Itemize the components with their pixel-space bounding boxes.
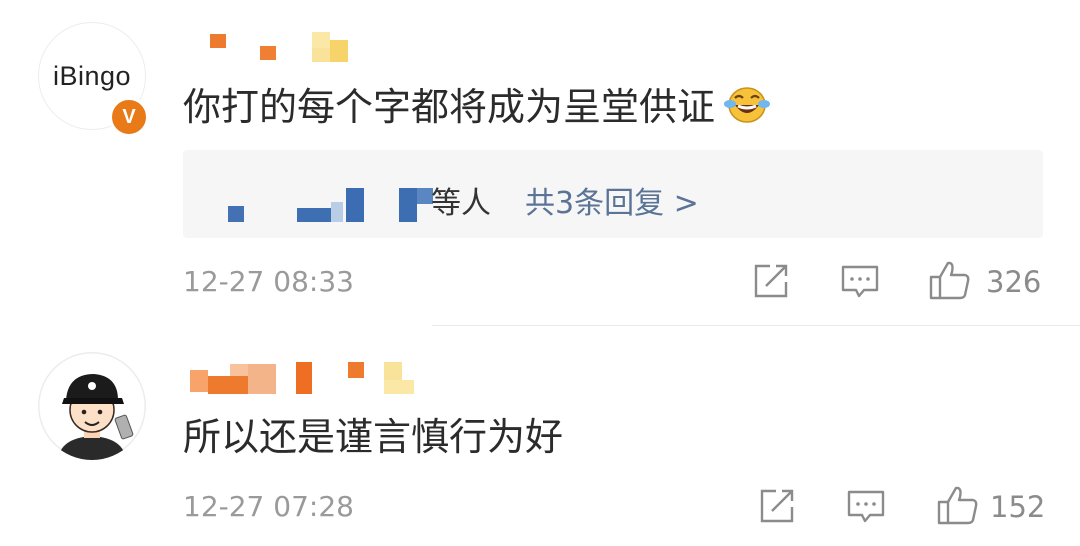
verified-badge: V <box>109 97 149 137</box>
like-button[interactable] <box>936 483 980 527</box>
comment-divider <box>432 325 1080 326</box>
username-pixelated[interactable] <box>190 356 430 400</box>
thumbs-up-icon <box>929 261 970 300</box>
reply-preview-box[interactable]: 等人 共3条回复 > <box>183 150 1043 238</box>
cartoon-boy-avatar-icon <box>38 352 146 460</box>
like-button[interactable] <box>928 258 972 302</box>
view-replies-link[interactable]: 共3条回复 > <box>525 178 699 222</box>
share-icon <box>754 264 788 298</box>
comment-button[interactable] <box>840 264 880 300</box>
comment-body: 你打的每个字都将成为呈堂供证 <box>183 84 771 129</box>
comment-button[interactable] <box>846 489 886 525</box>
share-icon <box>760 489 794 523</box>
share-button[interactable] <box>758 487 796 525</box>
reply-users-suffix: 等人 <box>431 186 491 221</box>
comment-text: 所以还是谨言慎行为好 <box>183 415 564 459</box>
username-pixelated[interactable] <box>200 28 360 68</box>
share-button[interactable] <box>752 262 790 300</box>
avatar[interactable] <box>38 352 146 460</box>
comment-timestamp: 12-27 08:33 <box>183 265 354 298</box>
comment-icon <box>841 265 879 298</box>
like-count: 326 <box>986 265 1042 299</box>
laughing-crying-emoji-icon <box>724 84 771 124</box>
like-count: 152 <box>990 490 1046 524</box>
comment-timestamp: 12-27 07:28 <box>183 490 354 523</box>
comment-text: 你打的每个字都将成为呈堂供证 <box>183 85 716 129</box>
thumbs-up-icon <box>937 486 978 525</box>
comment-icon <box>847 490 885 523</box>
